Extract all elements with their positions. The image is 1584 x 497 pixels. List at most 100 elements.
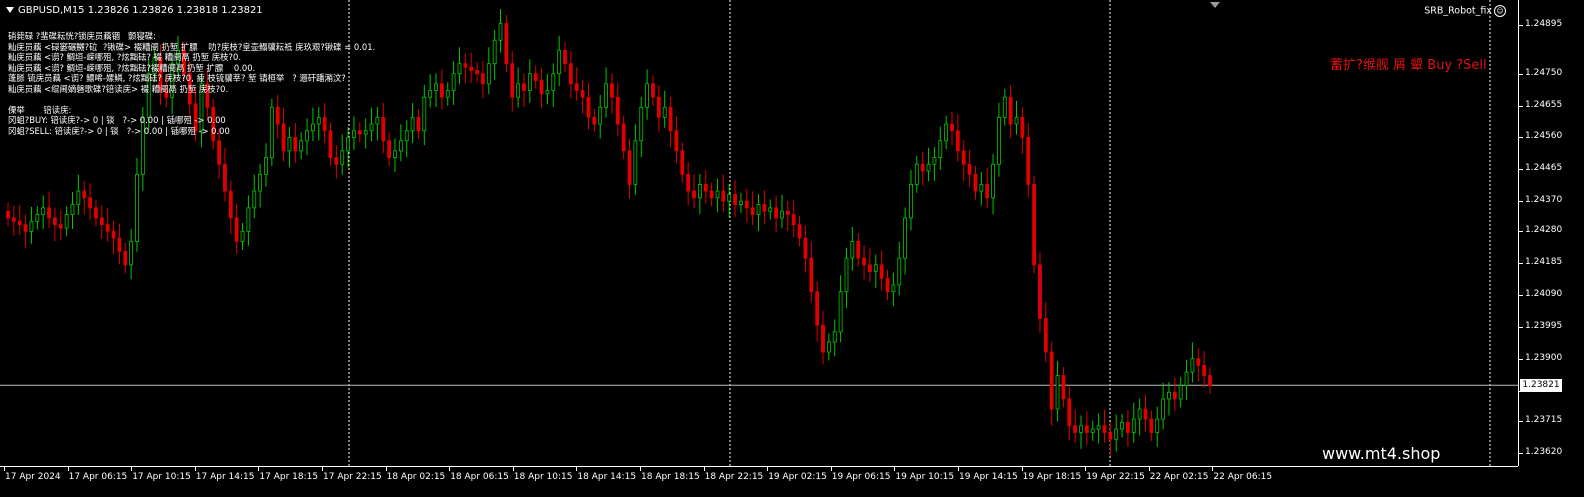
time-axis[interactable]: 17 Apr 2024 17 Apr 06:15 17 Apr 10:15 17 Ap… <box>0 466 1518 497</box>
candle-body <box>416 116 421 132</box>
candle <box>926 147 931 182</box>
time-label: 19 Apr 10:15 <box>895 472 955 482</box>
candle-body <box>545 90 550 95</box>
candle-body <box>469 66 474 71</box>
candle-body <box>926 163 931 172</box>
candle <box>1126 410 1130 447</box>
candle-body <box>850 240 855 259</box>
candle <box>1108 422 1113 456</box>
price-tick <box>1519 295 1523 297</box>
candle-body <box>662 106 667 118</box>
candle-body <box>17 220 22 226</box>
ea-name: SRB_Robot_fix <box>1424 5 1492 17</box>
candle-body <box>580 90 585 98</box>
candle <box>340 134 345 175</box>
candle-body <box>615 96 620 125</box>
candle-body <box>979 183 984 192</box>
expert-advisor-label[interactable]: SRB_Robot_fix ☺ <box>1424 5 1506 17</box>
candle <box>885 269 890 301</box>
candle-body <box>856 240 861 259</box>
candle <box>451 61 456 105</box>
candle-body <box>1043 318 1048 353</box>
watermark: www.mt4.shop <box>1322 444 1441 463</box>
candle <box>1208 367 1212 394</box>
candle <box>70 192 75 229</box>
candle <box>914 155 919 193</box>
candle-body <box>985 183 990 199</box>
candle <box>1014 100 1019 135</box>
candle-body <box>604 83 608 108</box>
candle-body <box>1090 428 1095 433</box>
candle-body <box>627 150 632 185</box>
candle-body <box>1114 428 1119 440</box>
candle <box>721 174 726 212</box>
candle-body <box>88 197 92 209</box>
candle <box>944 115 949 150</box>
candle <box>662 90 667 128</box>
candle-body <box>645 83 650 108</box>
price-axis[interactable]: 1.24895 1.24750 1.24655 1.24560 1.24465 1.243… <box>1518 0 1584 466</box>
candle-body <box>264 157 268 175</box>
chevron-down-icon[interactable] <box>6 7 14 13</box>
candle-body <box>1167 391 1171 400</box>
candle <box>563 41 567 73</box>
candle <box>41 195 46 229</box>
candle-body <box>873 264 878 272</box>
candle-body <box>1155 418 1160 433</box>
candle-body <box>1084 425 1089 433</box>
candle <box>809 241 814 303</box>
candle-body <box>99 217 104 226</box>
symbol-header: GBPUSD,M15 1.23826 1.23826 1.23818 1.238… <box>6 5 263 16</box>
candle-body <box>639 106 644 142</box>
candle-body <box>733 194 737 205</box>
candle-body <box>944 123 949 142</box>
candle-body <box>621 123 626 152</box>
time-tick <box>830 467 832 471</box>
candle-body <box>516 83 521 98</box>
candle <box>762 190 767 224</box>
candle-body <box>568 63 573 85</box>
time-label: 18 Apr 18:15 <box>641 472 700 482</box>
candle <box>1184 359 1189 400</box>
time-tick <box>958 467 959 471</box>
candle-body <box>481 73 485 85</box>
candle <box>592 108 597 133</box>
time-label: 17 Apr 22:15 <box>323 472 382 482</box>
candle <box>410 102 415 144</box>
candle <box>879 250 884 291</box>
candle <box>557 35 562 87</box>
time-label: 19 Apr 02:15 <box>768 472 827 482</box>
candle <box>1090 420 1095 441</box>
candle-body <box>744 200 749 209</box>
candle-body <box>246 207 251 232</box>
candle-body <box>1026 137 1031 185</box>
candle <box>985 167 990 209</box>
candle <box>739 192 743 213</box>
candle-body <box>6 210 10 219</box>
candle-body <box>750 207 755 215</box>
candle-body <box>1108 432 1113 440</box>
candle <box>703 169 708 204</box>
candle-body <box>756 204 761 215</box>
candle-body <box>299 140 304 152</box>
candle-body <box>774 207 779 219</box>
price-label: 1.23900 <box>1525 352 1563 363</box>
candle <box>99 205 104 240</box>
candle <box>375 106 380 141</box>
candle <box>633 124 638 195</box>
candle <box>961 140 966 181</box>
candle-body <box>703 183 708 192</box>
candle <box>967 149 972 187</box>
candle <box>82 180 87 215</box>
candle-body <box>1208 375 1212 386</box>
candle <box>862 245 866 280</box>
candle-body <box>1055 375 1060 410</box>
candle-body <box>23 224 28 232</box>
candle-body <box>228 190 233 219</box>
candle-body <box>434 83 438 91</box>
chart-window[interactable]: GBPUSD,M15 1.23826 1.23826 1.23818 1.238… <box>0 0 1584 496</box>
candle-body <box>715 190 720 199</box>
candle-body <box>47 207 51 219</box>
chart-shift-marker-icon[interactable] <box>1210 2 1220 8</box>
time-label: 19 Apr 14:15 <box>959 472 1018 482</box>
